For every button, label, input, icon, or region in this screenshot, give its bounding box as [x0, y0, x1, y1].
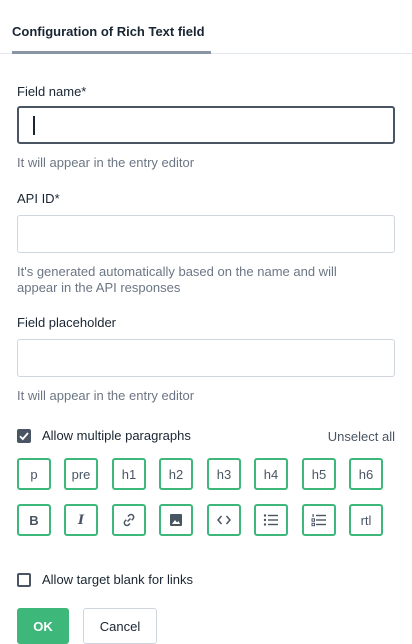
allow-target-blank-label: Allow target blank for links: [42, 572, 194, 587]
code-icon: [217, 515, 231, 525]
field-name-hint: It will appear in the entry editor: [17, 155, 195, 170]
placeholder-hint: It will appear in the entry editor: [17, 388, 195, 403]
bulleted-list-icon: [263, 514, 278, 526]
format-h3-button[interactable]: h3: [207, 458, 241, 490]
bulleted-list-button[interactable]: [254, 504, 288, 536]
italic-button[interactable]: I: [64, 504, 98, 536]
tab-bar: Configuration of Rich Text field: [0, 0, 412, 54]
ok-button[interactable]: OK: [17, 608, 69, 644]
bold-icon: B: [29, 512, 39, 528]
format-h1-button[interactable]: h1: [112, 458, 146, 490]
format-h4-button[interactable]: h4: [254, 458, 288, 490]
placeholder-input[interactable]: [17, 339, 395, 377]
link-button[interactable]: [112, 504, 146, 536]
numbered-list-button[interactable]: [302, 504, 336, 536]
rtl-label: rtl: [360, 512, 372, 528]
cancel-button[interactable]: Cancel: [83, 608, 157, 644]
allow-paragraphs-checkbox[interactable]: [17, 429, 31, 443]
format-pre-button[interactable]: pre: [64, 458, 98, 490]
italic-icon: I: [77, 512, 85, 528]
format-p-button[interactable]: p: [17, 458, 51, 490]
api-id-input[interactable]: [17, 215, 395, 253]
bold-button[interactable]: B: [17, 504, 51, 536]
checkmark-icon: [19, 432, 29, 441]
format-h6-button[interactable]: h6: [349, 458, 383, 490]
image-icon: [170, 514, 182, 526]
allow-target-blank-checkbox[interactable]: [17, 573, 31, 587]
link-icon: [123, 513, 135, 527]
code-button[interactable]: [207, 504, 241, 536]
format-h5-button[interactable]: h5: [302, 458, 336, 490]
api-id-label: API ID*: [17, 191, 60, 206]
allow-paragraphs-label: Allow multiple paragraphs: [42, 428, 191, 443]
text-caret: [33, 116, 35, 135]
numbered-list-icon: [311, 514, 326, 527]
image-button[interactable]: [159, 504, 193, 536]
placeholder-label: Field placeholder: [17, 315, 117, 330]
field-name-input[interactable]: [17, 106, 395, 144]
tab-configuration[interactable]: Configuration of Rich Text field: [12, 24, 205, 39]
tab-active-indicator: [12, 51, 211, 54]
rtl-button[interactable]: rtl: [349, 504, 383, 536]
format-h2-button[interactable]: h2: [159, 458, 193, 490]
api-id-hint-line1: It's generated automatically based on th…: [17, 264, 337, 279]
unselect-all-link[interactable]: Unselect all: [328, 429, 395, 444]
field-name-label: Field name*: [17, 84, 87, 99]
api-id-hint-line2: appear in the API responses: [17, 280, 181, 295]
